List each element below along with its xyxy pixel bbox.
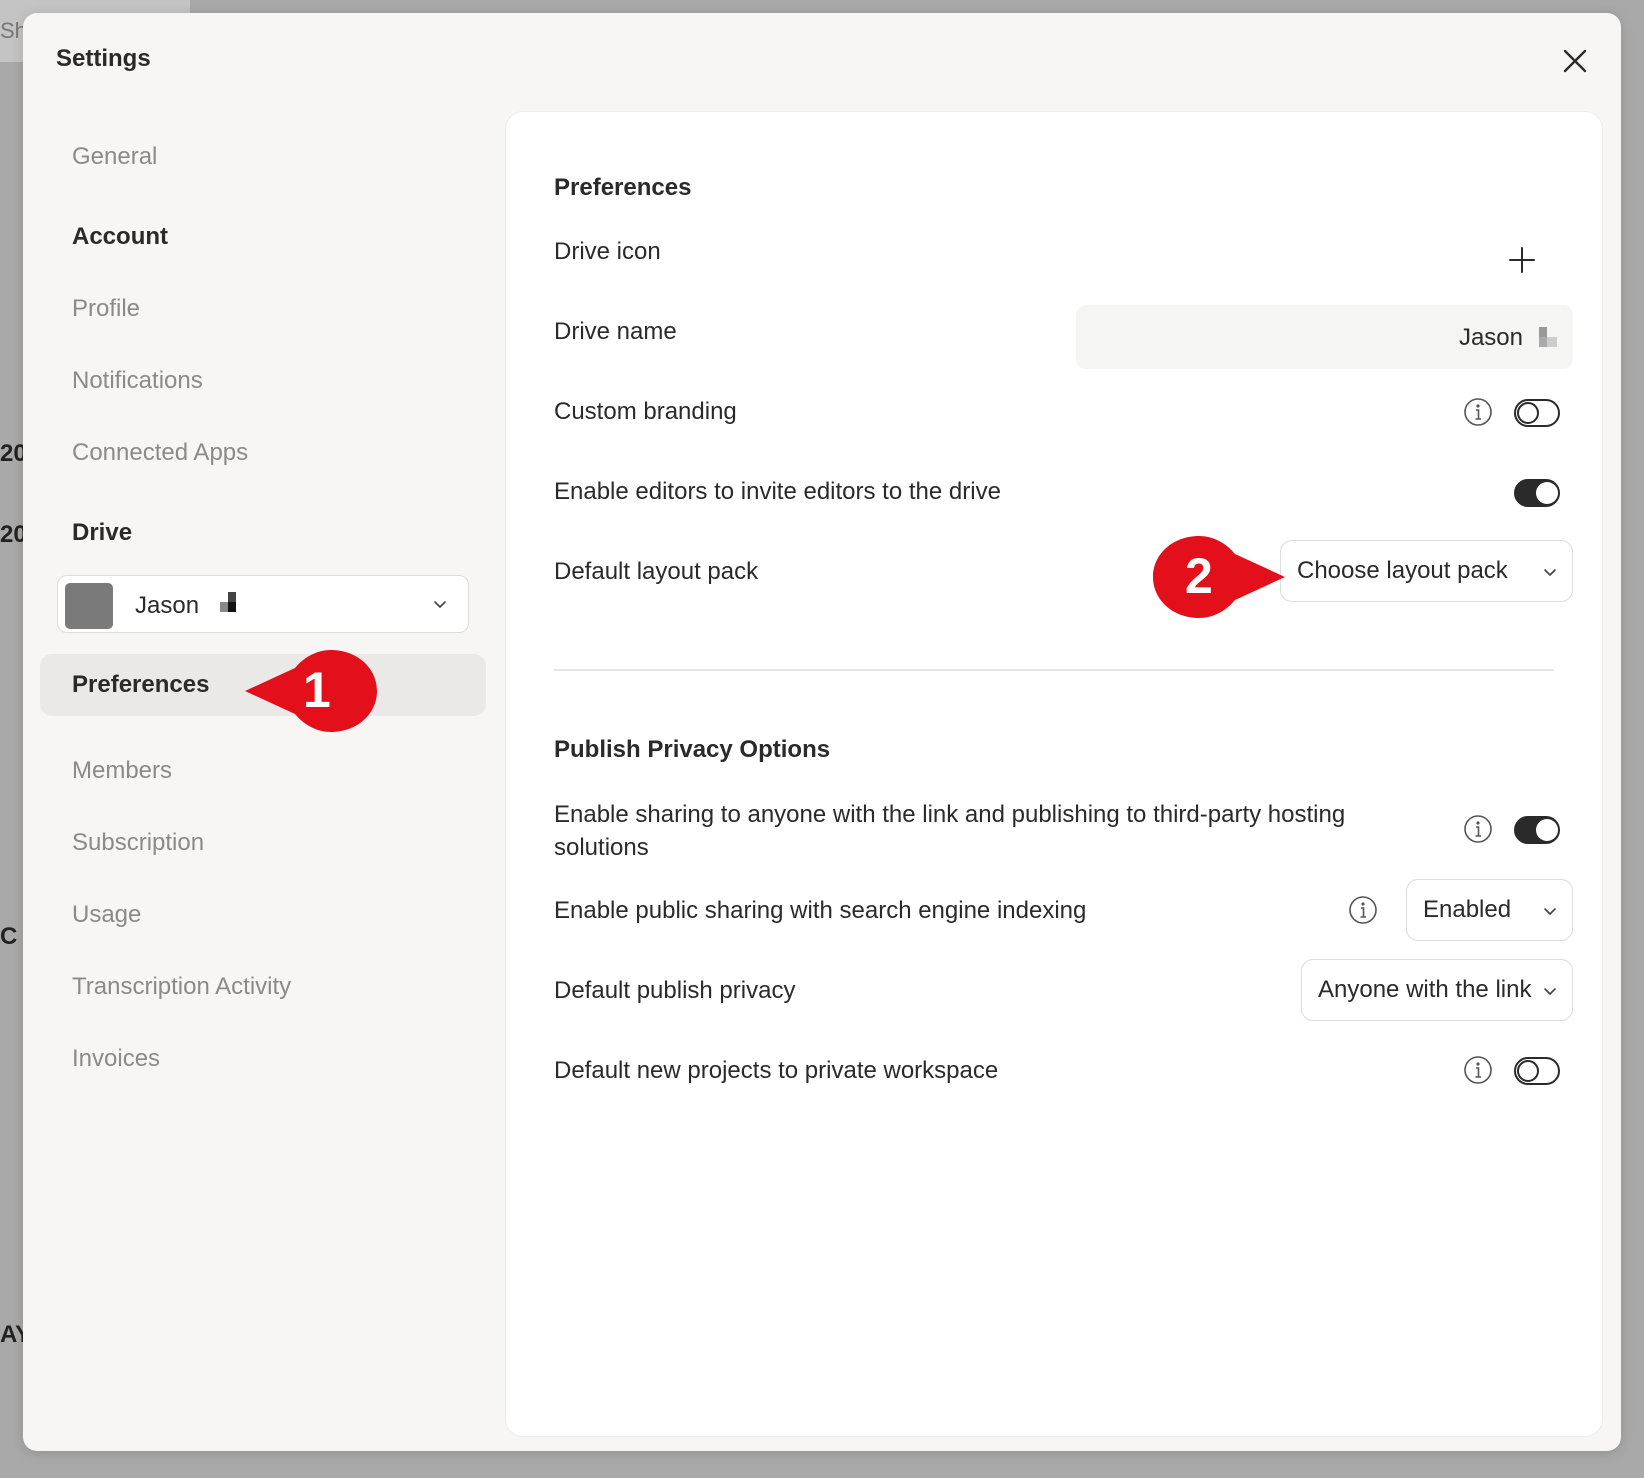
chevron-down-icon [1544,988,1556,995]
section-title-preferences: Preferences [554,174,692,201]
section-title-publish-privacy: Publish Privacy Options [554,736,831,763]
drive-icon-label: Drive icon [554,238,661,265]
annotation-number-2: 2 [1185,548,1213,604]
publish-privacy-value: Anyone with the link [1318,976,1532,1003]
toggle-knob [1517,402,1539,424]
search-indexing-label: Enable public sharing with search engine… [554,897,1087,924]
preferences-panel: Preferences Drive icon Drive name Jason … [505,111,1603,1437]
publish-privacy-label: Default publish privacy [554,977,796,1004]
dialog-title: Settings [56,45,151,72]
sidebar-item-transcription-activity[interactable]: Transcription Activity [72,973,291,1001]
sidebar-item-profile[interactable]: Profile [72,295,140,323]
share-link-label: Enable sharing to anyone with the link a… [554,801,1346,861]
add-drive-icon-button[interactable] [1506,244,1538,276]
private-workspace-toggle[interactable] [1514,1057,1560,1085]
info-icon[interactable] [1463,397,1493,427]
drive-name-value: Jason [1458,324,1523,351]
settings-dialog: Settings General Account Profile Notific… [23,13,1621,1451]
layout-pack-label: Default layout pack [554,558,759,585]
info-icon[interactable] [1463,1055,1493,1085]
drive-name-field[interactable]: Jason [1076,305,1573,369]
sidebar-item-preferences-label: Preferences [72,671,210,698]
chevron-down-icon [1544,908,1556,915]
toggle-knob [1536,819,1558,841]
layout-pack-select[interactable]: Choose layout pack [1280,540,1573,602]
publish-privacy-select[interactable]: Anyone with the link [1301,959,1573,1021]
sidebar-item-subscription[interactable]: Subscription [72,829,204,857]
sidebar-item-usage[interactable]: Usage [72,901,141,929]
drive-emoji-icon [1539,327,1557,347]
custom-branding-label: Custom branding [554,398,737,425]
drive-selector-name: Jason [135,592,200,619]
toggle-knob [1536,482,1558,504]
drive-selector[interactable]: Jason [57,575,469,633]
invite-editors-toggle[interactable] [1514,479,1560,507]
sidebar-item-general[interactable]: General [72,143,157,171]
sidebar-item-notifications[interactable]: Notifications [72,367,203,395]
drive-emoji-icon [220,592,236,612]
layout-pack-value: Choose layout pack [1297,557,1508,584]
sidebar-item-members[interactable]: Members [72,757,172,785]
sidebar-item-invoices[interactable]: Invoices [72,1045,160,1073]
background-fragment: C [0,923,18,950]
toggle-knob [1517,1060,1539,1082]
plus-icon [1509,247,1535,273]
section-divider [554,669,1554,671]
info-icon[interactable] [1348,895,1378,925]
close-button[interactable] [1559,45,1591,77]
close-icon [1563,49,1587,73]
sidebar-heading-account: Account [72,223,168,250]
drive-name-label: Drive name [554,318,677,345]
invite-editors-label: Enable editors to invite editors to the … [554,478,1001,505]
info-icon[interactable] [1463,814,1493,844]
search-indexing-select[interactable]: Enabled [1406,879,1573,941]
annotation-number-1: 1 [303,662,331,718]
chevron-down-icon [1544,569,1556,576]
share-link-toggle[interactable] [1514,816,1560,844]
drive-avatar [65,583,113,629]
chevron-down-icon [434,601,446,608]
private-workspace-label: Default new projects to private workspac… [554,1057,999,1084]
custom-branding-toggle[interactable] [1514,399,1560,427]
sidebar-item-connected-apps[interactable]: Connected Apps [72,439,248,467]
sidebar-heading-drive: Drive [72,519,133,546]
search-indexing-value: Enabled [1423,896,1512,923]
